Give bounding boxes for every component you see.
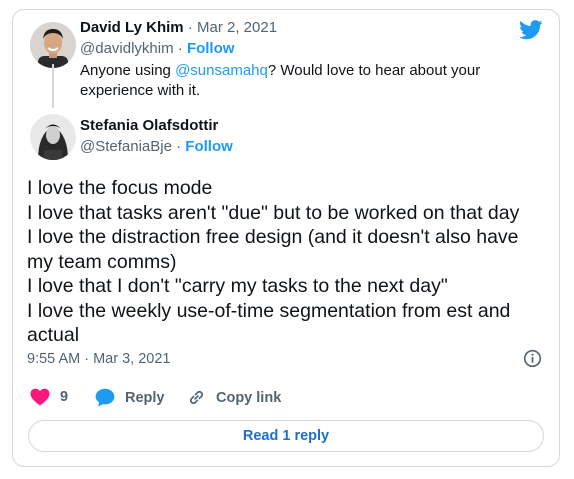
avatar-stefania[interactable]	[30, 114, 76, 160]
read-replies-label: Read 1 reply	[242, 428, 330, 444]
follow-separator: ·	[173, 40, 187, 57]
parent-tweet-date[interactable]: Mar 2, 2021	[197, 19, 277, 36]
tweet-line: I love the distraction free design (and …	[27, 226, 519, 248]
heart-icon	[30, 388, 50, 406]
copy-link-button[interactable]: Copy link	[187, 388, 281, 407]
date-separator: ·	[183, 19, 197, 36]
tweet-line: I love the weekly use-of-time segmentati…	[27, 299, 511, 322]
thread-connector-line	[52, 64, 54, 108]
tweet-line: I love that I don't "carry my tasks to t…	[27, 275, 448, 297]
follow-button-stefania[interactable]: Follow	[185, 138, 233, 155]
speech-bubble-icon	[95, 388, 115, 407]
author-name-stefania[interactable]: Stefania Olafsdottir	[80, 117, 218, 134]
reply-button[interactable]: Reply	[95, 388, 165, 407]
follow-separator: ·	[171, 138, 186, 155]
main-tweet-text: I love the focus mode I love that tasks …	[27, 176, 552, 348]
parent-tweet-text: Anyone using @sunsamahq? Would love to h…	[80, 61, 520, 101]
avatar-david[interactable]	[30, 22, 76, 68]
author-handle-stefania[interactable]: @StefaniaBje	[80, 138, 172, 155]
tweet-line: I love the focus mode	[27, 177, 213, 199]
like-button[interactable]: 9	[30, 388, 68, 406]
copy-link-label: Copy link	[216, 389, 282, 406]
twitter-bird-icon[interactable]	[519, 20, 543, 40]
tweet-timestamp[interactable]: 9:55 AM · Mar 3, 2021	[27, 351, 170, 367]
author-handle-david[interactable]: @davidlykhim	[80, 40, 174, 57]
like-count: 9	[60, 389, 69, 405]
reply-label: Reply	[125, 389, 165, 406]
action-bar: 9 Reply Copy link	[0, 388, 574, 410]
follow-button-david[interactable]: Follow	[187, 40, 235, 57]
tweet-line: I love that tasks aren't "due" but to be…	[27, 201, 520, 224]
mention-link[interactable]: @sunsamahq	[175, 62, 268, 79]
tweet-line: actual	[27, 324, 80, 346]
info-icon[interactable]	[523, 349, 542, 368]
parent-text-before: Anyone using	[80, 62, 176, 79]
author-name-david[interactable]: David Ly Khim	[80, 19, 184, 36]
link-icon	[190, 391, 203, 404]
read-replies-button[interactable]: Read 1 reply	[28, 420, 544, 452]
tweet-line: my team comms)	[27, 250, 177, 273]
